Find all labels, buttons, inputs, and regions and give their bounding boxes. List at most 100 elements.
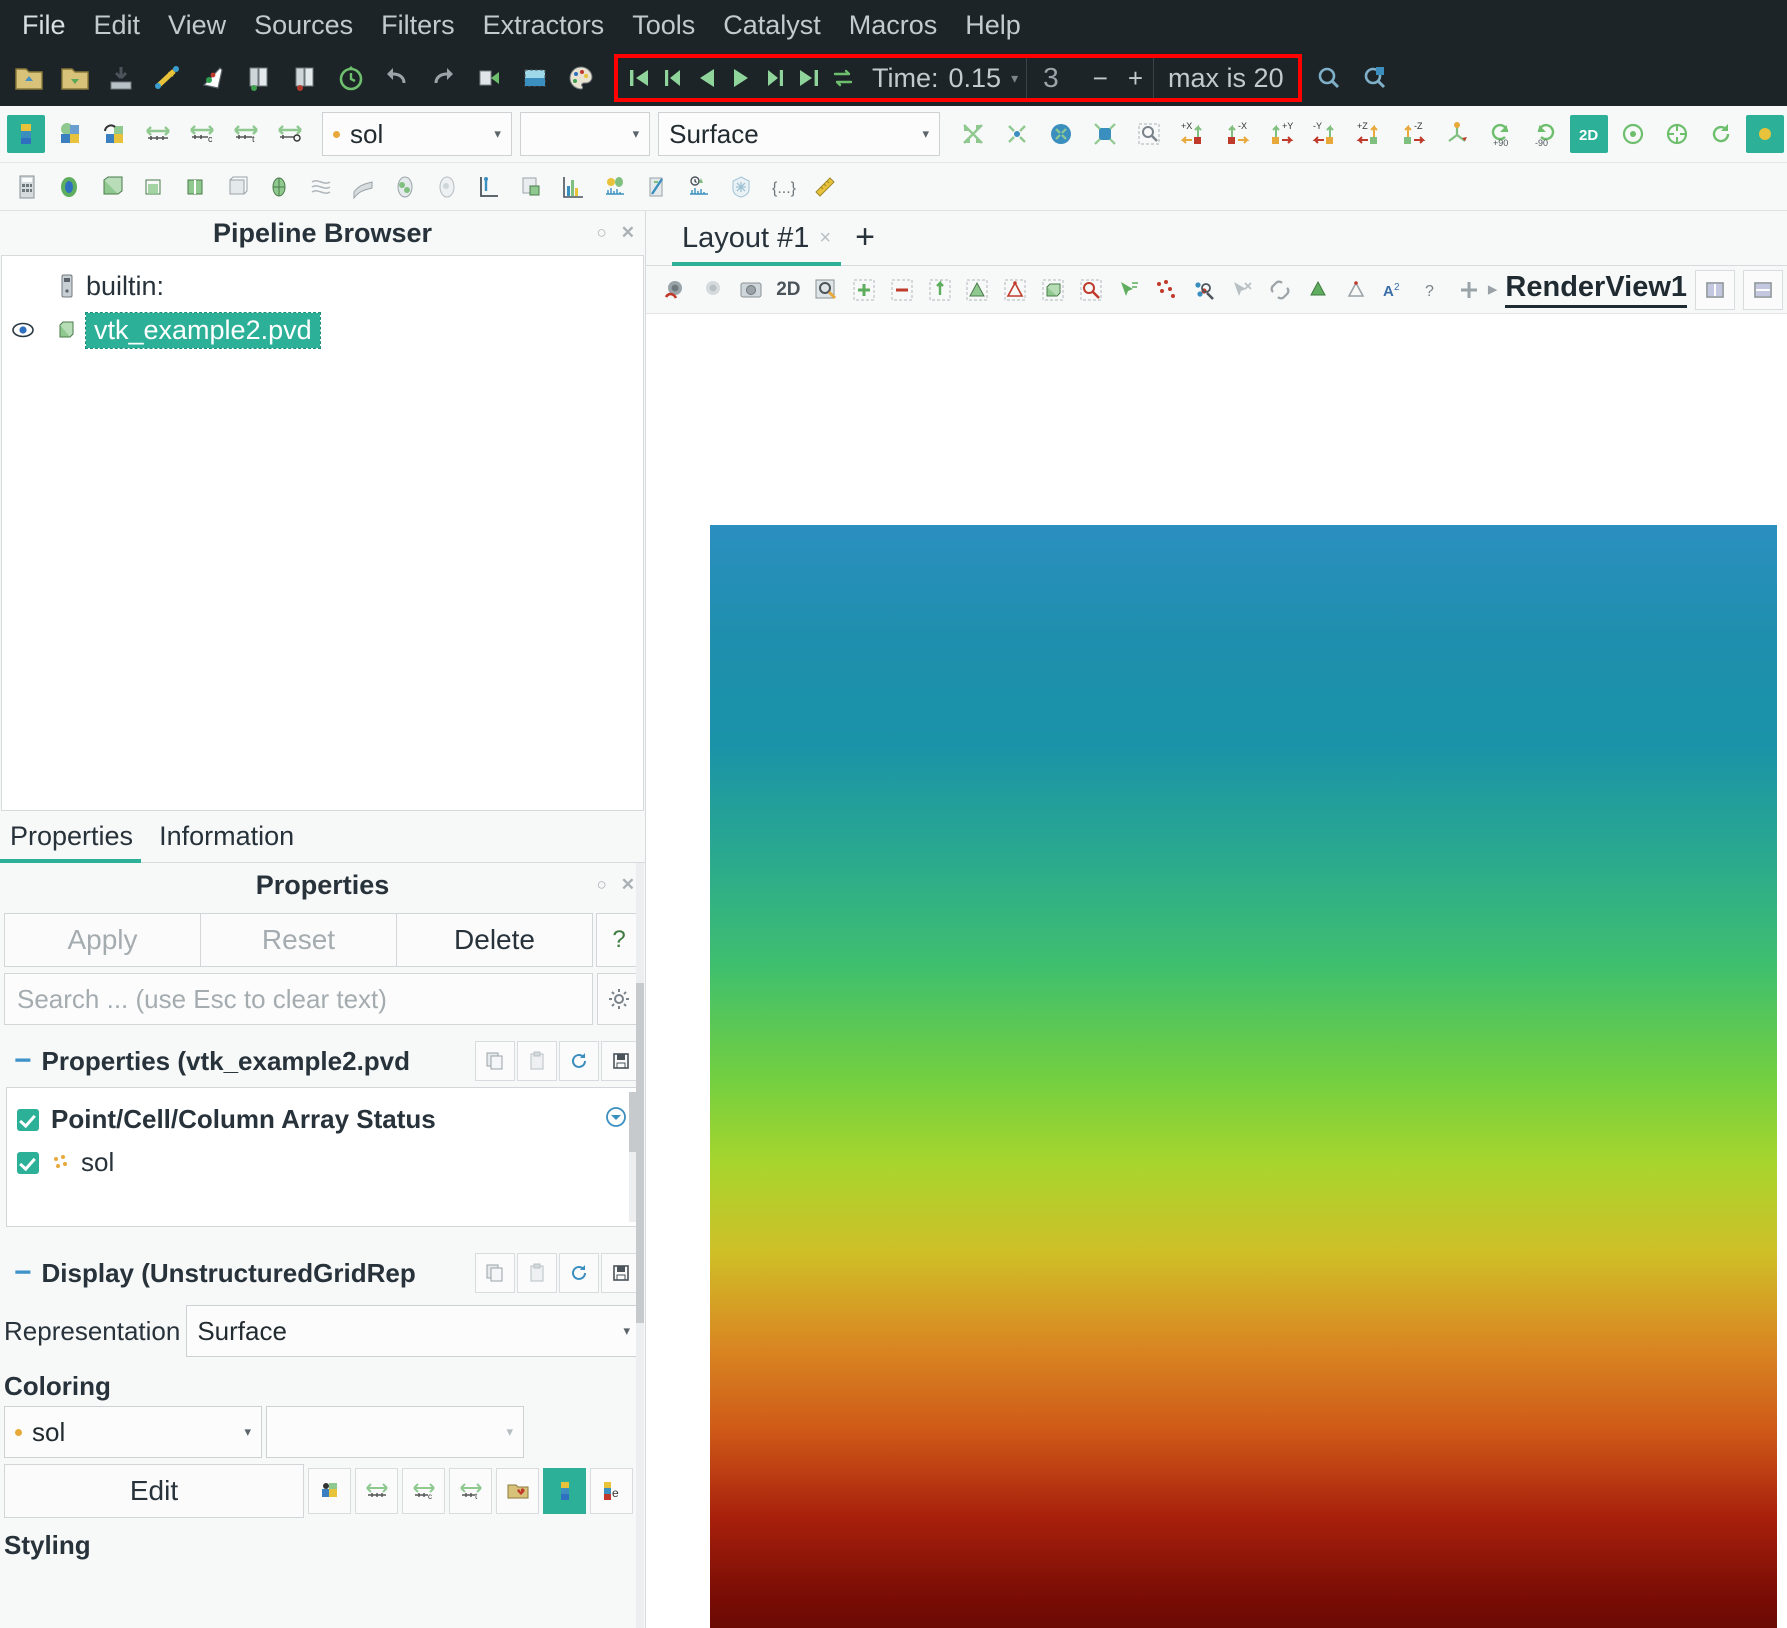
close-properties-icon[interactable]: ✕ (621, 875, 635, 895)
show-center-icon[interactable] (1341, 271, 1371, 309)
python-calculator-icon[interactable] (639, 169, 675, 205)
menu-edit[interactable]: Edit (80, 6, 155, 45)
open-file-icon[interactable] (10, 59, 48, 97)
reset-color-map-icon[interactable] (95, 115, 133, 153)
select-block-icon[interactable] (1038, 271, 1068, 309)
restore-defaults-icon[interactable] (559, 1041, 599, 1081)
menu-tools[interactable]: Tools (618, 6, 709, 45)
menu-macros[interactable]: Macros (835, 6, 952, 45)
undo-camera-icon[interactable] (660, 271, 690, 309)
array-sol-checkbox[interactable] (17, 1151, 39, 1174)
collapse-properties-icon[interactable]: − (14, 1046, 32, 1076)
screenshot-icon[interactable] (516, 59, 554, 97)
group-datasets-icon[interactable] (387, 169, 423, 205)
interaction-mode-2d-icon[interactable]: 2D (1570, 115, 1608, 153)
close-layout-icon[interactable]: × (819, 227, 831, 250)
properties-scrollbar-thumb[interactable] (636, 983, 644, 1323)
annotation-icon[interactable]: A2 (1378, 271, 1408, 309)
float-properties-icon[interactable]: ○ (596, 875, 606, 895)
histogram-icon[interactable] (555, 169, 591, 205)
capture-screenshot-icon[interactable] (736, 271, 766, 309)
redo-icon[interactable] (424, 59, 462, 97)
save-data-icon[interactable] (56, 59, 94, 97)
menu-extractors[interactable]: Extractors (469, 6, 619, 45)
color-palette-icon[interactable] (562, 59, 600, 97)
properties-scrollbar[interactable] (636, 863, 644, 1628)
zoom-out-time-icon[interactable] (1356, 59, 1394, 97)
play-reverse-icon[interactable] (690, 61, 724, 95)
select-cells-on-icon[interactable] (849, 271, 879, 309)
menu-help[interactable]: Help (951, 6, 1035, 45)
edit-color-map-icon[interactable] (51, 115, 89, 153)
reset-camera-icon[interactable] (954, 115, 992, 153)
close-panel-icon[interactable]: ✕ (621, 223, 635, 243)
disconnect-server-icon[interactable] (286, 59, 324, 97)
zoom-closest-to-data-icon[interactable] (1086, 115, 1124, 153)
collapse-display-icon[interactable]: − (14, 1258, 32, 1288)
menu-view[interactable]: View (154, 6, 240, 45)
clear-selection-icon[interactable] (1227, 271, 1257, 309)
restore-display-defaults-icon[interactable] (559, 1253, 599, 1293)
save-as-defaults-icon[interactable] (601, 1041, 641, 1081)
threshold-icon[interactable] (177, 169, 213, 205)
paste-properties-icon[interactable] (517, 1041, 557, 1081)
rescale-to-custom-range-icon[interactable]: c (183, 115, 221, 153)
redo-camera-icon[interactable] (698, 271, 728, 309)
center-axes-visibility-icon[interactable] (1614, 115, 1652, 153)
split-horizontal-icon[interactable] (1695, 269, 1736, 310)
camera-minus-x-icon[interactable]: -X (1218, 115, 1256, 153)
interactive-select-cells-icon[interactable] (1076, 271, 1106, 309)
rubber-band-zoom-icon[interactable] (1130, 115, 1168, 153)
pipeline-item-vtk-example2[interactable]: vtk_example2.pvd (2, 308, 643, 352)
auto-apply-icon[interactable] (470, 59, 508, 97)
camera-link-icon[interactable] (1265, 271, 1295, 309)
camera-minus-z-icon[interactable]: -Z (1394, 115, 1432, 153)
copy-display-icon[interactable] (475, 1253, 515, 1293)
rescale-to-data-range-icon[interactable] (139, 115, 177, 153)
menu-catalyst[interactable]: Catalyst (709, 6, 835, 45)
camera-plus-x-icon[interactable]: +X (1174, 115, 1212, 153)
help-view-icon[interactable]: ? (1416, 271, 1446, 309)
rotate-minus-90-icon[interactable]: -90 (1526, 115, 1564, 153)
toggle-color-legend-icon[interactable] (7, 115, 45, 153)
interaction-2d-button[interactable]: 2D (773, 271, 803, 309)
extract-view-icon[interactable] (1303, 271, 1333, 309)
rescale-over-time-icon-2[interactable]: t (449, 1468, 492, 1514)
time-value[interactable]: 0.15 (949, 63, 1002, 94)
coloring-array-combo[interactable]: sol ▾ (322, 112, 512, 156)
next-frame-icon[interactable] (758, 61, 792, 95)
pipeline-browser[interactable]: builtin: vtk_example2.pvd (1, 255, 644, 811)
menu-filters[interactable]: Filters (367, 6, 469, 45)
contour-icon[interactable] (51, 169, 87, 205)
undo-icon[interactable] (378, 59, 416, 97)
ruler-icon[interactable] (807, 169, 843, 205)
stream-tracer-icon[interactable] (303, 169, 339, 205)
rescale-visible-range-icon[interactable] (271, 115, 309, 153)
array-row-sol[interactable]: sol (7, 1141, 638, 1184)
tab-properties[interactable]: Properties (0, 815, 149, 863)
gear-icon[interactable] (597, 973, 641, 1025)
glyph-icon[interactable] (261, 169, 297, 205)
properties-search-input[interactable]: Search ... (use Esc to clear text) (4, 973, 593, 1025)
add-layout-button[interactable]: + (841, 218, 889, 265)
zoom-in-time-icon[interactable] (1310, 59, 1348, 97)
extract-level-icon[interactable] (429, 169, 465, 205)
menu-file[interactable]: File (8, 6, 80, 58)
camera-plus-y-icon[interactable]: +Y (1262, 115, 1300, 153)
camera-isometric-icon[interactable] (1438, 115, 1476, 153)
copy-properties-icon[interactable] (475, 1041, 515, 1081)
rubber-band-zoom-view-icon[interactable] (811, 271, 841, 309)
toggle-scalar-bar-icon[interactable] (543, 1468, 586, 1514)
plot-over-line-icon[interactable] (471, 169, 507, 205)
temporal-statistics-icon[interactable] (681, 169, 717, 205)
choose-preset-icon[interactable] (496, 1468, 539, 1514)
last-frame-icon[interactable] (792, 61, 826, 95)
plot-data-over-time-icon[interactable] (597, 169, 633, 205)
visibility-eye-icon[interactable] (8, 321, 38, 339)
rescale-over-time-icon[interactable]: t (227, 115, 265, 153)
save-state-icon[interactable] (148, 59, 186, 97)
camera-plus-z-icon[interactable]: +Z (1350, 115, 1388, 153)
expand-view-icon[interactable]: ▸ (1488, 278, 1498, 301)
frame-index-input[interactable]: 3 (1027, 62, 1083, 94)
select-points-on-icon[interactable] (887, 271, 917, 309)
